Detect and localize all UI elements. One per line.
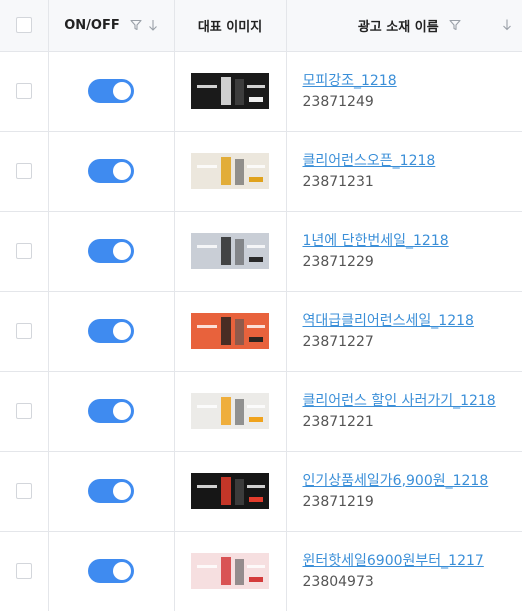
table-row: 클리어런스 할인 사러가기_1218 23871221 xyxy=(0,371,522,452)
sort-arrow-icon[interactable] xyxy=(148,19,158,32)
row-checkbox[interactable] xyxy=(15,563,32,579)
ad-name-link[interactable]: 클리어런스오픈_1218 xyxy=(303,151,522,171)
ad-thumbnail[interactable] xyxy=(191,393,269,429)
header-select-all-cell xyxy=(0,0,49,52)
row-name-cell: 클리어런스 할인 사러가기_1218 23871221 xyxy=(286,371,522,452)
table-row: 클리어런스오픈_1218 23871231 xyxy=(0,131,522,212)
row-toggle-cell xyxy=(48,291,175,372)
toggle-knob xyxy=(113,82,131,100)
row-select-cell xyxy=(0,451,49,532)
on-off-toggle[interactable] xyxy=(88,399,134,423)
row-image-cell xyxy=(174,51,287,132)
filter-icon[interactable] xyxy=(449,19,461,31)
row-name-cell: 인기상품세일가6,900원_1218 23871219 xyxy=(286,451,522,532)
ad-thumbnail[interactable] xyxy=(191,553,269,589)
table-row: 윈터핫세일6900원부터_1217 23804973 xyxy=(0,531,522,611)
row-image-cell xyxy=(174,211,287,292)
ad-id: 23871231 xyxy=(302,173,374,190)
row-image-cell xyxy=(174,131,287,212)
header-image-cell: 대표 이미지 xyxy=(174,0,287,52)
ad-name-link[interactable]: 윈터핫세일6900원부터_1217 xyxy=(303,551,522,571)
row-checkbox[interactable] xyxy=(15,163,32,179)
select-all-checkbox[interactable] xyxy=(15,17,32,34)
row-checkbox[interactable] xyxy=(15,323,32,339)
table-row: 역대급클리어런스세일_1218 23871227 xyxy=(0,291,522,372)
ad-id: 23871227 xyxy=(302,333,374,350)
row-toggle-cell xyxy=(48,371,175,452)
row-name-cell: 클리어런스오픈_1218 23871231 xyxy=(286,131,522,212)
header-name-cell: 광고 소재 이름 xyxy=(286,0,522,52)
row-select-cell xyxy=(0,531,49,611)
sort-arrow-icon[interactable] xyxy=(502,19,512,32)
row-toggle-cell xyxy=(48,211,175,292)
filter-icon[interactable] xyxy=(130,19,142,31)
toggle-column-label: ON/OFF xyxy=(64,17,120,33)
on-off-toggle[interactable] xyxy=(88,159,134,183)
table-row: 1년에 단한번세일_1218 23871229 xyxy=(0,211,522,292)
row-toggle-cell xyxy=(48,451,175,532)
ad-thumbnail[interactable] xyxy=(191,153,269,189)
ad-thumbnail[interactable] xyxy=(191,473,269,509)
row-checkbox[interactable] xyxy=(15,243,32,259)
row-checkbox[interactable] xyxy=(15,403,32,419)
on-off-toggle[interactable] xyxy=(88,319,134,343)
toggle-knob xyxy=(113,402,131,420)
toggle-knob xyxy=(113,482,131,500)
row-toggle-cell xyxy=(48,531,175,611)
on-off-toggle[interactable] xyxy=(88,479,134,503)
row-select-cell xyxy=(0,51,49,132)
ad-name-link[interactable]: 역대급클리어런스세일_1218 xyxy=(303,311,522,331)
ad-thumbnail[interactable] xyxy=(191,233,269,269)
name-column-label: 광고 소재 이름 xyxy=(357,19,439,35)
row-name-cell: 1년에 단한번세일_1218 23871229 xyxy=(286,211,522,292)
row-name-cell: 윈터핫세일6900원부터_1217 23804973 xyxy=(286,531,522,611)
ad-id: 23871219 xyxy=(302,493,374,510)
on-off-toggle[interactable] xyxy=(88,79,134,103)
ad-id: 23804973 xyxy=(302,573,374,590)
row-toggle-cell xyxy=(48,51,175,132)
on-off-toggle[interactable] xyxy=(88,559,134,583)
ad-name-link[interactable]: 클리어런스 할인 사러가기_1218 xyxy=(303,391,522,411)
table-header-row: ON/OFF 대표 이미지 광고 소재 이름 xyxy=(0,0,522,52)
row-image-cell xyxy=(174,451,287,532)
row-image-cell xyxy=(174,371,287,452)
toggle-knob xyxy=(113,562,131,580)
ad-id: 23871221 xyxy=(302,413,374,430)
table-row: 인기상품세일가6,900원_1218 23871219 xyxy=(0,451,522,532)
ad-name-link[interactable]: 1년에 단한번세일_1218 xyxy=(303,231,522,251)
ad-name-link[interactable]: 모피강조_1218 xyxy=(303,71,522,91)
row-toggle-cell xyxy=(48,131,175,212)
row-checkbox[interactable] xyxy=(15,83,32,99)
row-checkbox[interactable] xyxy=(15,483,32,499)
row-select-cell xyxy=(0,371,49,452)
ad-id: 23871229 xyxy=(302,253,374,270)
on-off-toggle[interactable] xyxy=(88,239,134,263)
ad-thumbnail[interactable] xyxy=(191,73,269,109)
header-toggle-cell: ON/OFF xyxy=(48,0,175,52)
toggle-knob xyxy=(113,242,131,260)
table-row: 모피강조_1218 23871249 xyxy=(0,51,522,132)
image-column-label: 대표 이미지 xyxy=(197,19,263,35)
ad-thumbnail[interactable] xyxy=(191,313,269,349)
ad-name-link[interactable]: 인기상품세일가6,900원_1218 xyxy=(303,471,522,491)
row-name-cell: 역대급클리어런스세일_1218 23871227 xyxy=(286,291,522,372)
row-select-cell xyxy=(0,131,49,212)
row-select-cell xyxy=(0,291,49,372)
toggle-knob xyxy=(113,162,131,180)
toggle-knob xyxy=(113,322,131,340)
ad-id: 23871249 xyxy=(302,93,374,110)
ad-table: ON/OFF 대표 이미지 광고 소재 이름 모피강조_1218 2387124… xyxy=(0,0,522,611)
row-image-cell xyxy=(174,291,287,372)
row-name-cell: 모피강조_1218 23871249 xyxy=(286,51,522,132)
row-image-cell xyxy=(174,531,287,611)
row-select-cell xyxy=(0,211,49,292)
